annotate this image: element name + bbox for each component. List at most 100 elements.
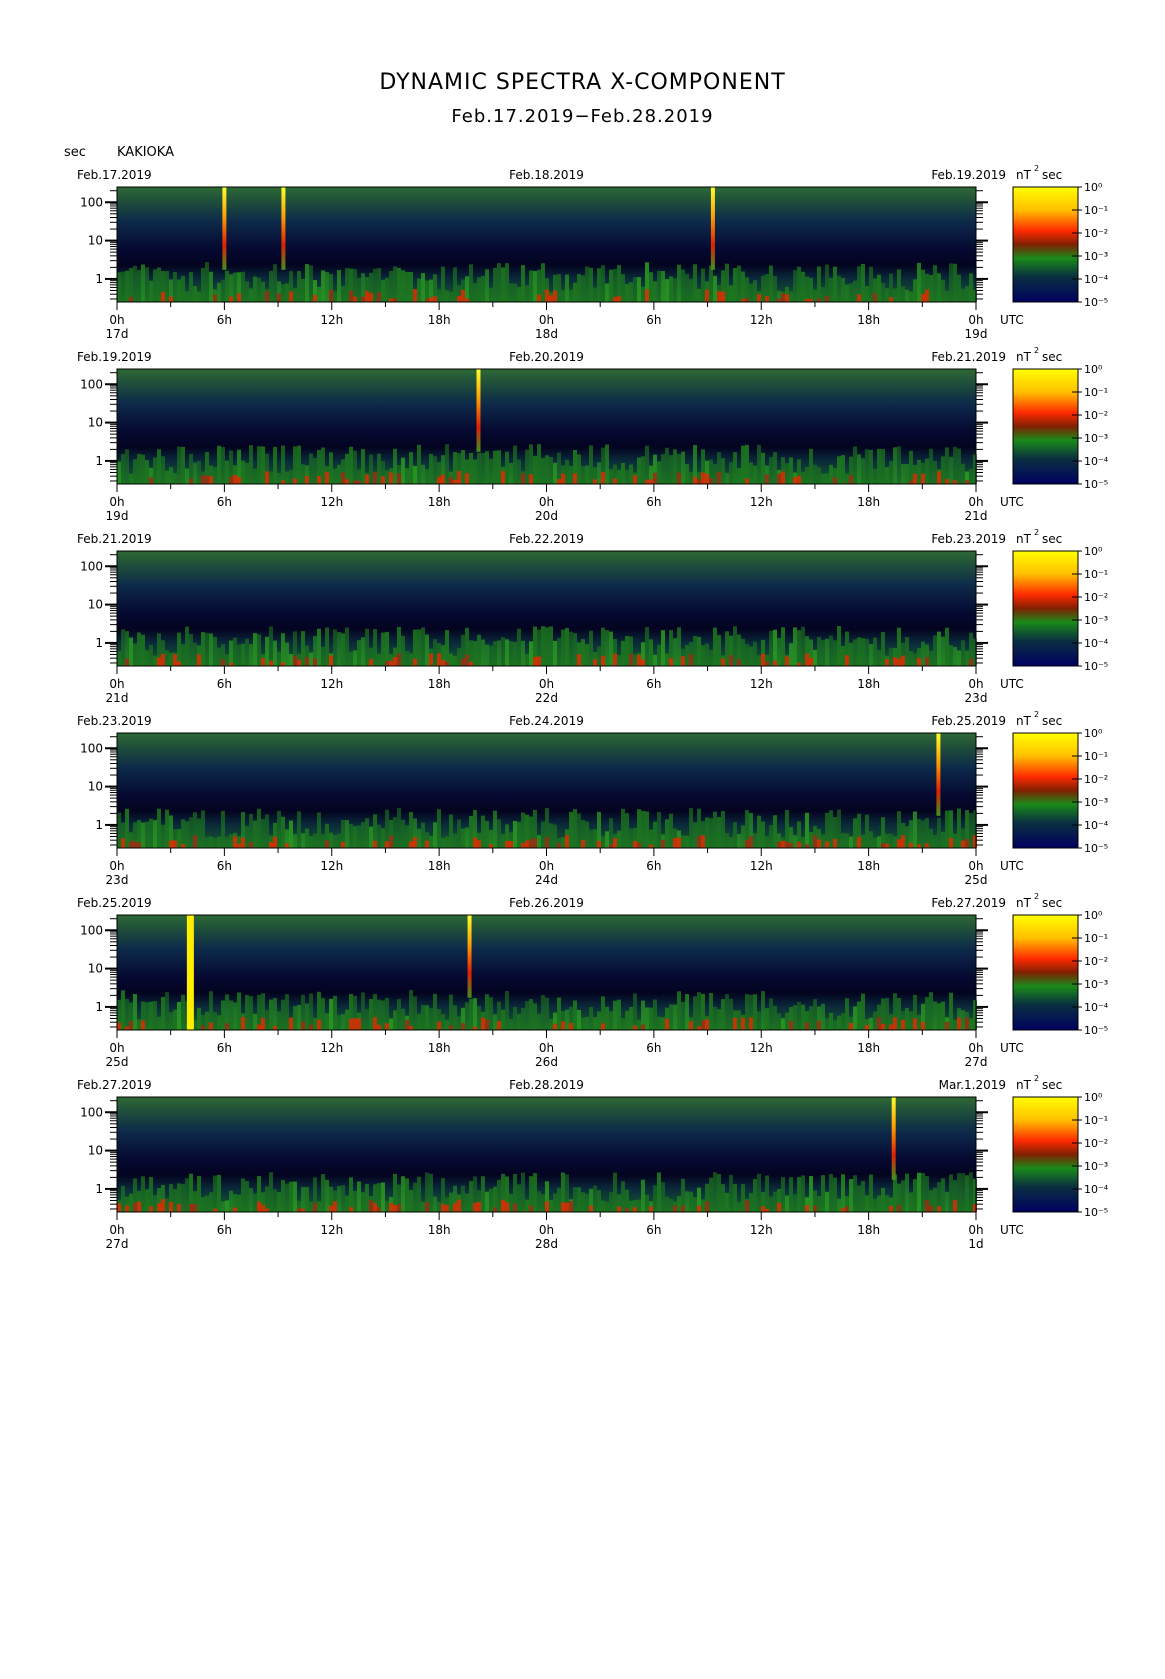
- x-tick-label: 18h: [428, 495, 451, 509]
- x-tick-label: 18h: [428, 1223, 451, 1237]
- x-tick-label: 12h: [750, 313, 773, 327]
- date-label-mid: Feb.18.2019: [509, 168, 584, 182]
- colorbar-unit: nT: [1016, 532, 1032, 546]
- x-tick-label: 6h: [217, 859, 232, 873]
- y-tick-label: 1: [95, 818, 103, 832]
- colorbar-unit-exponent: 2: [1034, 164, 1039, 173]
- x-tick-label: 6h: [217, 677, 232, 691]
- x-tick-label: 0h: [109, 313, 124, 327]
- colorbar-tick-label: 10⁰: [1084, 727, 1103, 740]
- x-unit-label: UTC: [1000, 677, 1024, 691]
- colorbar-tick-label: 10⁰: [1084, 909, 1103, 922]
- colorbar-tick-label: 10⁻⁴: [1084, 819, 1109, 832]
- colorbar-tick-label: 10⁻¹: [1084, 386, 1108, 399]
- spectra-panels: 1 10 100 0h 6h 12h 18h 0h 6h 12h 18h 0h UTC 17d 18d 19d…: [77, 164, 1109, 1251]
- y-tick-label: 10: [88, 234, 103, 248]
- event-spike: [222, 187, 227, 270]
- colorbar-tick-label: 10⁻³: [1084, 432, 1108, 445]
- event-spike: [281, 187, 286, 270]
- colorbar-unit-exponent: 2: [1034, 710, 1039, 719]
- colorbar-unit: nT: [1016, 168, 1032, 182]
- colorbar-tick-label: 10⁻³: [1084, 1160, 1108, 1173]
- x-tick-label: 18h: [857, 495, 880, 509]
- colorbar-tick-label: 10⁻⁴: [1084, 455, 1109, 468]
- y-tick-label: 10: [88, 598, 103, 612]
- colorbar-tick-label: 10⁻⁵: [1084, 478, 1108, 491]
- x-tick-label: 18h: [428, 313, 451, 327]
- x-tick-label: 6h: [217, 313, 232, 327]
- colorbar-unit-suffix: sec: [1042, 714, 1062, 728]
- day-label: 21d: [106, 691, 129, 705]
- x-unit-label: UTC: [1000, 495, 1024, 509]
- colorbar-tick-label: 10⁻³: [1084, 978, 1108, 991]
- x-tick-label: 12h: [750, 677, 773, 691]
- colorbar: 10⁰ 10⁻¹ 10⁻² 10⁻³ 10⁻⁴ 10⁻⁵: [1012, 181, 1109, 309]
- x-unit-label: UTC: [1000, 859, 1024, 873]
- colorbar-tick-label: 10⁻³: [1084, 614, 1108, 627]
- event-spike: [891, 1097, 896, 1180]
- day-label: 21d: [965, 509, 988, 523]
- colorbar-tick-label: 10⁻¹: [1084, 204, 1108, 217]
- panel-2: 1 10 100 0h 6h 12h 18h 0h 6h 12h 18h 0h UTC 19d 20d 21d…: [77, 346, 1109, 523]
- colorbar-tick-label: 10⁰: [1084, 363, 1103, 376]
- x-tick-label: 18h: [857, 859, 880, 873]
- panel-1: 1 10 100 0h 6h 12h 18h 0h 6h 12h 18h 0h UTC 17d 18d 19d…: [77, 164, 1109, 341]
- x-tick-label: 12h: [320, 1223, 343, 1237]
- colorbar-tick-label: 10⁻⁴: [1084, 1183, 1109, 1196]
- date-label-end: Feb.19.2019: [931, 168, 1006, 182]
- colorbar-tick-label: 10⁻⁴: [1084, 637, 1109, 650]
- day-label: 24d: [535, 873, 558, 887]
- x-unit-label: UTC: [1000, 1223, 1024, 1237]
- colorbar-tick-label: 10⁻¹: [1084, 932, 1108, 945]
- day-label: 1d: [968, 1237, 983, 1251]
- colorbar-tick-label: 10⁰: [1084, 545, 1103, 558]
- y-tick-label: 10: [88, 416, 103, 430]
- y-tick-label: 1: [95, 1000, 103, 1014]
- colorbar-tick-label: 10⁻³: [1084, 796, 1108, 809]
- date-label-start: Feb.23.2019: [77, 714, 152, 728]
- colorbar-tick-label: 10⁻⁵: [1084, 296, 1108, 309]
- date-label-end: Mar.1.2019: [939, 1078, 1006, 1092]
- x-axis: 0h 6h 12h 18h 0h 6h 12h 18h 0h UTC 23d 24d 25d: [106, 848, 1024, 887]
- x-unit-label: UTC: [1000, 313, 1024, 327]
- y-tick-label: 100: [80, 559, 103, 573]
- x-tick-label: 18h: [857, 677, 880, 691]
- day-label: 28d: [535, 1237, 558, 1251]
- x-tick-label: 0h: [539, 1223, 554, 1237]
- x-tick-label: 6h: [646, 1041, 661, 1055]
- x-tick-label: 6h: [217, 1041, 232, 1055]
- x-tick-label: 0h: [109, 1041, 124, 1055]
- colorbar-unit: nT: [1016, 896, 1032, 910]
- x-tick-label: 18h: [857, 1041, 880, 1055]
- colorbar-unit: nT: [1016, 350, 1032, 364]
- x-tick-label: 12h: [320, 1041, 343, 1055]
- x-tick-label: 18h: [857, 313, 880, 327]
- x-tick-label: 6h: [646, 495, 661, 509]
- x-tick-label: 0h: [968, 1041, 983, 1055]
- date-label-start: Feb.27.2019: [77, 1078, 152, 1092]
- x-tick-label: 12h: [750, 495, 773, 509]
- day-label: 19d: [965, 327, 988, 341]
- colorbar-tick-label: 10⁻²: [1084, 591, 1108, 604]
- date-label-end: Feb.27.2019: [931, 896, 1006, 910]
- x-tick-label: 12h: [750, 859, 773, 873]
- x-tick-label: 6h: [217, 495, 232, 509]
- colorbar-tick-label: 10⁻²: [1084, 773, 1108, 786]
- colorbar-unit-suffix: sec: [1042, 350, 1062, 364]
- y-tick-label: 10: [88, 962, 103, 976]
- colorbar-unit: nT: [1016, 1078, 1032, 1092]
- y-tick-label: 1: [95, 1182, 103, 1196]
- y-tick-label: 1: [95, 636, 103, 650]
- event-spike: [476, 369, 481, 452]
- day-label: 18d: [535, 327, 558, 341]
- date-label-end: Feb.23.2019: [931, 532, 1006, 546]
- colorbar-tick-label: 10⁻²: [1084, 409, 1108, 422]
- x-tick-label: 18h: [857, 1223, 880, 1237]
- x-tick-label: 12h: [750, 1223, 773, 1237]
- y-tick-label: 100: [80, 377, 103, 391]
- x-tick-label: 0h: [539, 313, 554, 327]
- y-tick-label: 10: [88, 1144, 103, 1158]
- x-tick-label: 18h: [428, 677, 451, 691]
- x-tick-label: 0h: [968, 859, 983, 873]
- day-label: 25d: [106, 1055, 129, 1069]
